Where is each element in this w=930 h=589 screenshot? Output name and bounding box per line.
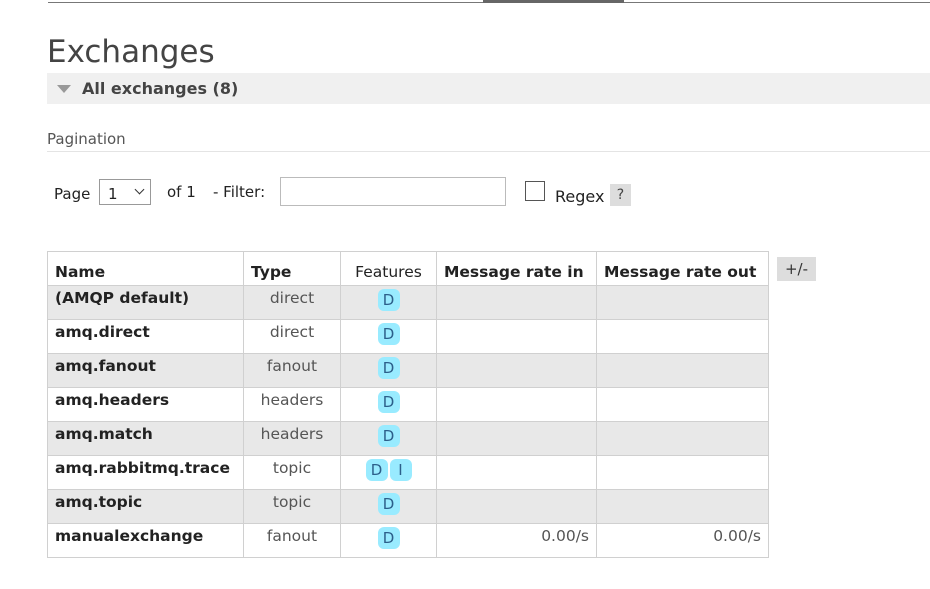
regex-label: Regex — [555, 187, 605, 206]
exchange-features: D — [340, 523, 437, 558]
exchange-name-link[interactable]: amq.fanout — [47, 353, 244, 388]
message-rate-in — [436, 319, 597, 354]
feature-badge: D — [377, 527, 400, 549]
regex-help-button[interactable]: ? — [610, 184, 631, 206]
collapse-triangle-icon — [57, 84, 71, 93]
exchange-features: D — [340, 421, 437, 456]
exchange-type: fanout — [243, 353, 341, 388]
exchange-features: D — [340, 387, 437, 422]
message-rate-out — [596, 319, 769, 354]
exchange-name-link[interactable]: amq.rabbitmq.trace — [47, 455, 244, 490]
message-rate-out — [596, 387, 769, 422]
table-row: amq.topic topic D — [47, 489, 769, 524]
table-row: amq.direct direct D — [47, 319, 769, 354]
feature-badge: D — [377, 425, 400, 447]
exchange-name-link[interactable]: manualexchange — [47, 523, 244, 558]
table-row: (AMQP default) direct D — [47, 285, 769, 320]
exchanges-table: Name Type Features Message rate in Messa… — [47, 251, 769, 558]
message-rate-out — [596, 285, 769, 320]
exchange-type: topic — [243, 455, 341, 490]
exchange-features: D — [340, 353, 437, 388]
exchange-name-link[interactable]: amq.match — [47, 421, 244, 456]
pagination-heading: Pagination — [47, 130, 126, 148]
table-row: amq.match headers D — [47, 421, 769, 456]
feature-badge: D — [377, 357, 400, 379]
page-count-label: of 1 — [167, 183, 196, 201]
column-header-type[interactable]: Type — [243, 251, 341, 286]
table-header-row: Name Type Features Message rate in Messa… — [47, 251, 769, 286]
message-rate-out: 0.00/s — [596, 523, 769, 558]
feature-badge: D — [377, 289, 400, 311]
message-rate-out — [596, 353, 769, 388]
table-row: amq.rabbitmq.trace topic D I — [47, 455, 769, 490]
exchange-features: D — [340, 489, 437, 524]
message-rate-out — [596, 489, 769, 524]
page-title: Exchanges — [47, 34, 215, 70]
feature-badge: D — [377, 493, 400, 515]
columns-toggle-button[interactable]: +/- — [777, 257, 816, 281]
exchange-type: headers — [243, 387, 341, 422]
exchange-name-link[interactable]: amq.headers — [47, 387, 244, 422]
page-label: Page — [54, 185, 91, 203]
message-rate-in — [436, 421, 597, 456]
exchange-type: fanout — [243, 523, 341, 558]
filter-label: - Filter: — [213, 183, 266, 201]
message-rate-in: 0.00/s — [436, 523, 597, 558]
feature-badge: I — [389, 459, 412, 481]
filter-input[interactable] — [280, 177, 506, 206]
table-row: manualexchange fanout D 0.00/s 0.00/s — [47, 523, 769, 558]
chevron-down-icon — [134, 184, 145, 195]
page-select[interactable]: 1 — [99, 179, 151, 205]
message-rate-out — [596, 421, 769, 456]
exchanges-table-body: (AMQP default) direct Damq.direct direct Dam… — [47, 285, 769, 558]
page-select-value: 1 — [108, 185, 118, 203]
all-exchanges-section-toggle[interactable]: All exchanges (8) — [47, 73, 930, 104]
column-header-rate-out: Message rate out — [596, 251, 769, 286]
message-rate-in — [436, 455, 597, 490]
message-rate-in — [436, 353, 597, 388]
table-row: amq.fanout fanout D — [47, 353, 769, 388]
column-header-rate-in: Message rate in — [436, 251, 597, 286]
exchange-type: direct — [243, 319, 341, 354]
feature-badge: D — [377, 391, 400, 413]
exchange-features: D — [340, 285, 437, 320]
exchange-type: headers — [243, 421, 341, 456]
section-label: All exchanges (8) — [82, 79, 239, 98]
message-rate-out — [596, 455, 769, 490]
exchange-type: direct — [243, 285, 341, 320]
table-row: amq.headers headers D — [47, 387, 769, 422]
active-tab-indicator — [483, 0, 624, 3]
message-rate-in — [436, 285, 597, 320]
pagination-divider — [47, 151, 930, 152]
message-rate-in — [436, 387, 597, 422]
column-header-name[interactable]: Name — [47, 251, 244, 286]
regex-checkbox[interactable] — [525, 181, 545, 201]
exchange-features: DI — [340, 455, 437, 490]
message-rate-in — [436, 489, 597, 524]
exchange-features: D — [340, 319, 437, 354]
exchange-name-link[interactable]: amq.direct — [47, 319, 244, 354]
column-header-features: Features — [340, 251, 437, 286]
exchange-name-link[interactable]: amq.topic — [47, 489, 244, 524]
exchange-name-link[interactable]: (AMQP default) — [47, 285, 244, 320]
exchange-type: topic — [243, 489, 341, 524]
feature-badge: D — [377, 323, 400, 345]
feature-badge: D — [365, 459, 388, 481]
